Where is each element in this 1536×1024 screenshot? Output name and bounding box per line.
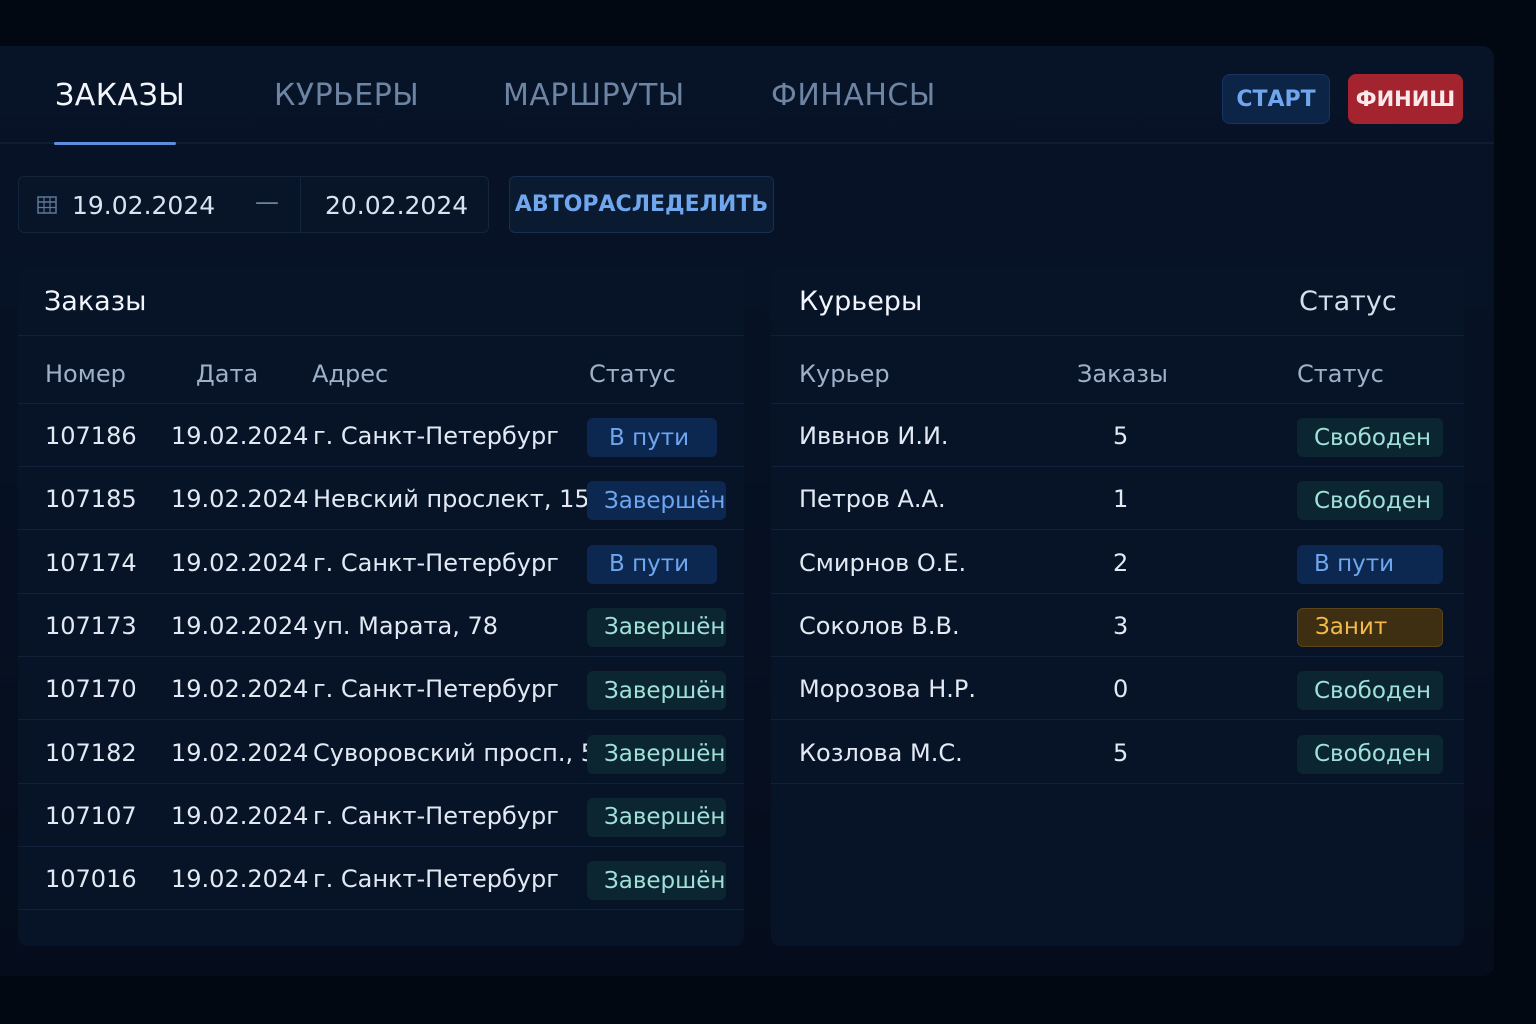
finish-button[interactable]: ФИНИШ bbox=[1348, 74, 1463, 124]
start-button[interactable]: СТАРТ bbox=[1222, 74, 1330, 124]
courier-orders-count: 1 bbox=[1113, 485, 1129, 514]
couriers-panel-status-title: Статус bbox=[1299, 286, 1397, 317]
table-row[interactable]: Смирнов О.Е. 2 В пути bbox=[771, 531, 1464, 594]
table-row[interactable]: 107170 19.02.2024 г. Санкт-Петербург Заверш… bbox=[18, 657, 744, 721]
order-number: 107174 bbox=[45, 548, 137, 577]
order-number: 107170 bbox=[45, 675, 137, 704]
order-address: уп. Марата, 78 bbox=[313, 611, 498, 640]
table-row[interactable]: 107173 19.02.2024 уп. Марата, 78 Завершён bbox=[18, 594, 744, 657]
courier-name: Морозова Н.Р. bbox=[799, 675, 977, 704]
courier-orders-count: 5 bbox=[1113, 422, 1129, 450]
table-row[interactable]: 107182 19.02.2024 Суворовский просп., 51 За… bbox=[18, 721, 744, 784]
status-badge: Свободен bbox=[1297, 481, 1443, 521]
order-date: 19.02.2024 bbox=[171, 548, 309, 577]
courier-orders-count: 3 bbox=[1113, 611, 1129, 640]
order-date: 19.02.2024 bbox=[171, 738, 309, 767]
status-badge: Свободен bbox=[1297, 671, 1443, 711]
auto-distribute-button[interactable]: АВТОРАСЛЕДЕЛИТЬ bbox=[509, 176, 774, 233]
order-address: г. Санкт-Петербург bbox=[313, 675, 559, 704]
courier-name: Козлова М.С. bbox=[799, 738, 963, 767]
courier-name: Петров А.А. bbox=[799, 485, 946, 514]
order-number: 107107 bbox=[45, 801, 137, 830]
active-tab-indicator bbox=[54, 142, 176, 145]
table-row[interactable]: 107186 19.02.2024 г. Санкт-Петербург В пути bbox=[18, 404, 744, 467]
date-from-field[interactable]: 19.02.2024 bbox=[72, 191, 215, 220]
table-row[interactable]: Соколов В.В. 3 Занит bbox=[771, 594, 1464, 657]
table-row[interactable]: Иввнов И.И. 5 Свободен bbox=[771, 404, 1464, 467]
courier-name: Смирнов О.Е. bbox=[799, 548, 967, 577]
tab-finance[interactable]: ФИНАНСЫ bbox=[771, 78, 936, 113]
order-number: 107173 bbox=[45, 611, 137, 640]
orders-panel-title: Заказы bbox=[44, 286, 147, 317]
couriers-panel: Курьеры Статус Курьер Заказы Статус Иввн… bbox=[771, 266, 1464, 946]
table-row[interactable]: Петров А.А. 1 Свободен bbox=[771, 467, 1464, 531]
table-row[interactable]: 107107 19.02.2024 г. Санкт-Петербург Заверш… bbox=[18, 784, 744, 847]
tab-couriers[interactable]: КУРЬЕРЫ bbox=[274, 78, 419, 113]
status-badge: Свободен bbox=[1297, 418, 1443, 457]
divider bbox=[771, 335, 1464, 336]
status-badge: В пути bbox=[587, 544, 717, 584]
table-row[interactable]: 107185 19.02.2024 Невский прослект, 15 Заве… bbox=[18, 467, 744, 531]
app-window: ЗАКАЗЫ КУРЬЕРЫ МАРШРУТЫ ФИНАНСЫ СТАРТ ФИ… bbox=[0, 46, 1494, 976]
date-separator: — bbox=[255, 188, 279, 216]
order-number: 107186 bbox=[45, 422, 137, 450]
courier-name: Иввнов И.И. bbox=[799, 422, 949, 450]
status-badge: Завершён bbox=[587, 734, 726, 774]
table-row[interactable]: Козлова М.С. 5 Свободен bbox=[771, 721, 1464, 784]
order-address: Суворовский просп., 51 bbox=[313, 738, 612, 767]
order-number: 107185 bbox=[45, 485, 137, 514]
order-date: 19.02.2024 bbox=[171, 865, 309, 894]
courier-orders-count: 0 bbox=[1113, 675, 1129, 704]
order-date: 19.02.2024 bbox=[171, 611, 309, 640]
date-range-picker[interactable]: 19.02.2024 — 20.02.2024 bbox=[18, 176, 489, 233]
order-date: 19.02.2024 bbox=[171, 422, 309, 450]
status-badge: В пути bbox=[587, 418, 717, 457]
status-badge: Завершён bbox=[587, 481, 726, 521]
status-badge: Завершён bbox=[587, 671, 726, 711]
order-date: 19.02.2024 bbox=[171, 801, 309, 830]
column-header-status[interactable]: Статус bbox=[1297, 360, 1384, 388]
column-header-status[interactable]: Статус bbox=[589, 360, 676, 388]
order-address: г. Санкт-Петербург bbox=[313, 422, 559, 450]
courier-name: Соколов В.В. bbox=[799, 611, 960, 640]
table-row[interactable]: Морозова Н.Р. 0 Свободен bbox=[771, 657, 1464, 721]
order-address: г. Санкт-Петербург bbox=[313, 548, 559, 577]
status-badge: Завершён bbox=[587, 797, 726, 837]
courier-orders-count: 5 bbox=[1113, 738, 1129, 767]
couriers-panel-title: Курьеры bbox=[799, 286, 923, 317]
order-number: 107182 bbox=[45, 738, 137, 767]
date-to-field[interactable]: 20.02.2024 bbox=[325, 191, 468, 220]
status-badge: Завершён bbox=[587, 861, 726, 901]
order-address: Невский прослект, 15 bbox=[313, 485, 590, 514]
status-badge: Свободен bbox=[1297, 734, 1443, 774]
column-header-courier[interactable]: Курьер bbox=[799, 360, 890, 388]
column-header-address[interactable]: Адрес bbox=[312, 360, 388, 388]
date-divider bbox=[300, 177, 301, 232]
calendar-icon bbox=[37, 196, 57, 214]
table-row[interactable]: 107174 19.02.2024 г. Санкт-Петербург В пути bbox=[18, 531, 744, 594]
table-row[interactable]: 107016 19.02.2024 г. Санкт-Петербург Заверш… bbox=[18, 847, 744, 911]
top-tabs: ЗАКАЗЫ КУРЬЕРЫ МАРШРУТЫ ФИНАНСЫ СТАРТ ФИ… bbox=[0, 46, 1494, 145]
status-badge: Завершён bbox=[587, 607, 726, 647]
courier-orders-count: 2 bbox=[1113, 548, 1129, 577]
tab-orders[interactable]: ЗАКАЗЫ bbox=[55, 78, 185, 113]
tab-routes[interactable]: МАРШРУТЫ bbox=[503, 78, 685, 113]
order-date: 19.02.2024 bbox=[171, 485, 309, 514]
column-header-orders[interactable]: Заказы bbox=[1077, 360, 1168, 388]
order-address: г. Санкт-Петербург bbox=[313, 865, 559, 894]
order-date: 19.02.2024 bbox=[171, 675, 309, 704]
order-address: г. Санкт-Петербург bbox=[313, 801, 559, 830]
column-header-date[interactable]: Дата bbox=[196, 360, 258, 388]
order-number: 107016 bbox=[45, 865, 137, 894]
orders-panel: Заказы Номер Дата Адрес Статус 107186 19.… bbox=[18, 266, 744, 946]
column-header-number[interactable]: Номер bbox=[45, 360, 126, 388]
status-badge: В пути bbox=[1297, 544, 1443, 584]
status-badge: Занит bbox=[1297, 607, 1443, 647]
divider bbox=[18, 335, 744, 336]
